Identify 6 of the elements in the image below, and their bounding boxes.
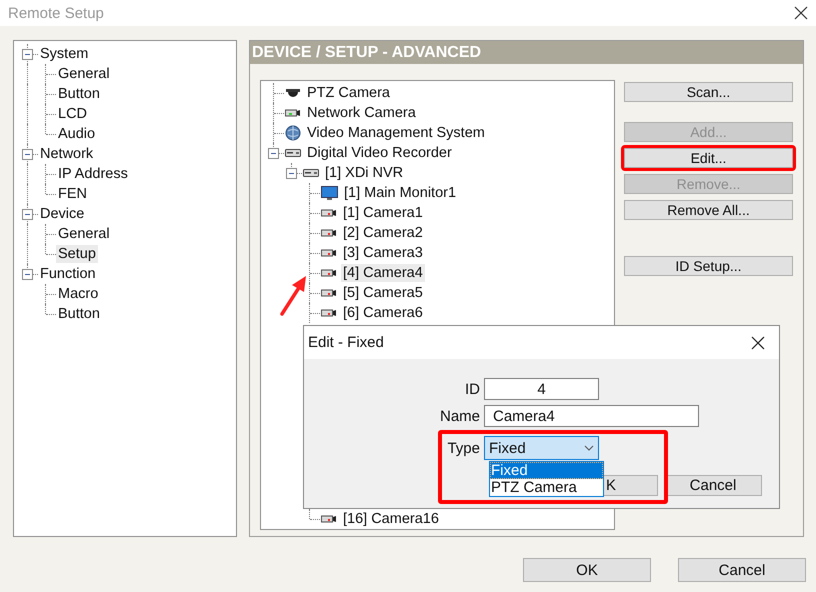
window-title: Remote Setup xyxy=(8,4,104,22)
field-label: Type xyxy=(446,440,480,456)
field-label: ID xyxy=(464,380,480,398)
dialog-title: Edit - Fixed xyxy=(308,334,384,351)
field-label: Name xyxy=(438,408,480,424)
panel-title: DEVICE / SETUP - ADVANCED xyxy=(250,41,803,64)
